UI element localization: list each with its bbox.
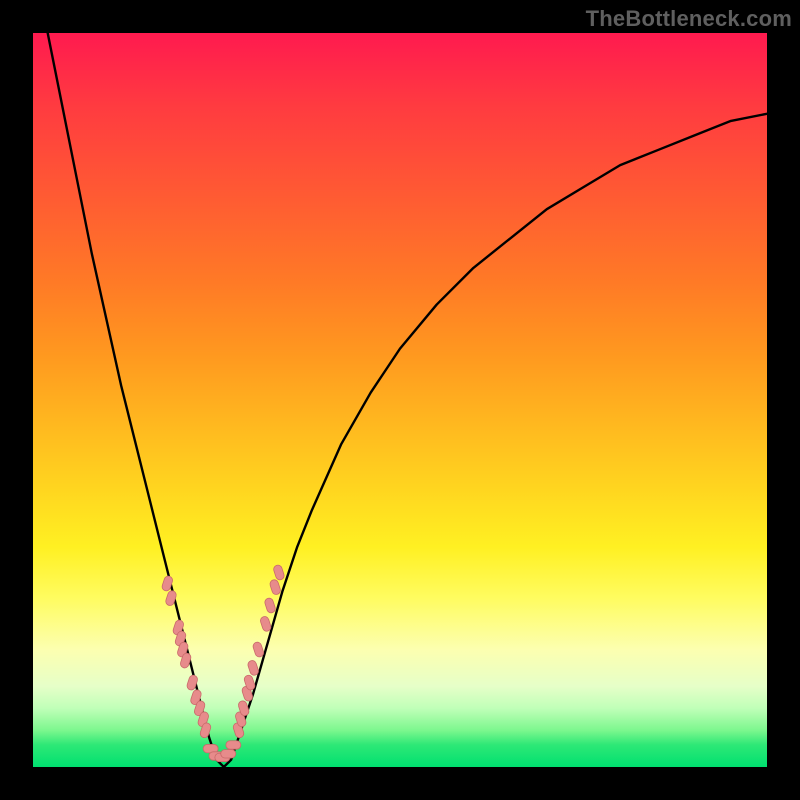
chart-frame: TheBottleneck.com <box>0 0 800 800</box>
data-marker <box>221 750 236 758</box>
data-marker <box>252 641 265 658</box>
data-marker <box>264 597 277 614</box>
data-marker <box>226 741 241 749</box>
bottleneck-curve <box>48 33 767 767</box>
plot-area <box>33 33 767 767</box>
data-marker <box>247 659 260 676</box>
data-marker <box>269 579 282 596</box>
data-marker <box>273 564 286 581</box>
chart-svg <box>33 33 767 767</box>
watermark-text: TheBottleneck.com <box>586 6 792 32</box>
data-marker <box>259 615 272 632</box>
